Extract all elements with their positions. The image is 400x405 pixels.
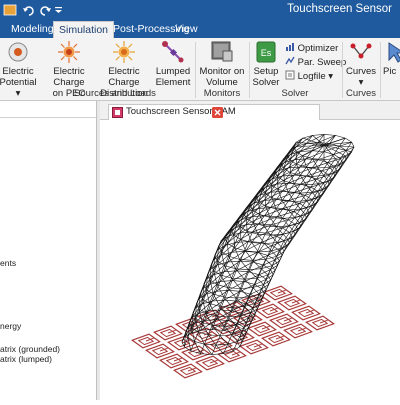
pick-icon: [385, 40, 400, 64]
tab-view[interactable]: View: [170, 21, 203, 38]
group-separator: [380, 42, 381, 98]
ribbon: Electric Potential ▾ Electric Charge on …: [0, 38, 400, 101]
app-logo-icon: [3, 3, 17, 20]
monitor-on-volume-button[interactable]: Monitor on Volume: [197, 40, 247, 88]
logfile-button[interactable]: Logfile ▾: [285, 70, 333, 82]
setup-solver-button[interactable]: Es Setup Solver: [250, 40, 282, 88]
group-label-solver: Solver: [280, 88, 310, 99]
setup-solver-icon: Es: [254, 40, 278, 64]
par-sweep-button[interactable]: Par. Sweep: [285, 56, 346, 68]
tree-item[interactable]: atrix (grounded): [0, 344, 60, 354]
group-separator: [342, 42, 343, 98]
redo-icon[interactable]: [38, 3, 52, 20]
group-label-monitors: Monitors: [197, 88, 247, 99]
electric-potential-icon: [6, 40, 30, 64]
charge-distribution-icon: [112, 40, 136, 64]
par-sweep-icon: [285, 56, 295, 66]
tree-item[interactable]: nergy: [0, 321, 21, 331]
logfile-icon: [285, 70, 295, 80]
close-icon[interactable]: [212, 107, 223, 118]
group-label-curves: Curves: [344, 88, 378, 99]
monitor-icon: [210, 40, 234, 64]
tree-item[interactable]: atrix (lumped): [0, 354, 52, 364]
3d-viewport[interactable]: [100, 120, 400, 400]
curves-icon: [349, 40, 373, 64]
project-icon: [112, 107, 123, 118]
document-tab[interactable]: Touchscreen Sensor SAM: [108, 104, 320, 120]
pick-button[interactable]: Pic: [383, 40, 400, 77]
window-title: Touchscreen Sensor: [287, 3, 392, 15]
ribbon-tabs: Modeling Simulation Post-Processing View: [0, 20, 400, 38]
tree-header-divider: [0, 117, 96, 118]
tree-item[interactable]: ents: [0, 258, 16, 268]
charge-pec-icon: [57, 40, 81, 64]
title-bar: Touchscreen Sensor: [0, 0, 400, 20]
optimizer-button[interactable]: Optimizer: [285, 42, 338, 54]
lumped-element-button[interactable]: Lumped Element: [154, 40, 192, 88]
svg-text:Es: Es: [261, 48, 272, 58]
electric-potential-button[interactable]: Electric Potential ▾: [0, 40, 38, 99]
document-tabs: Touchscreen Sensor SAM: [100, 101, 400, 120]
navigation-tree: ents nergy atrix (grounded) atrix (lumpe…: [0, 101, 97, 400]
curves-button[interactable]: Curves ▾: [344, 40, 378, 88]
undo-icon[interactable]: [22, 3, 36, 20]
group-label-sources: Sources and Loads: [55, 88, 175, 99]
optimizer-icon: [285, 42, 295, 52]
tab-modeling[interactable]: Modeling: [6, 21, 59, 38]
tab-simulation[interactable]: Simulation: [53, 21, 114, 39]
group-separator: [195, 42, 196, 98]
customize-dropdown-icon[interactable]: [54, 3, 64, 20]
lumped-element-icon: [161, 40, 185, 64]
wireframe-model[interactable]: [100, 120, 400, 400]
